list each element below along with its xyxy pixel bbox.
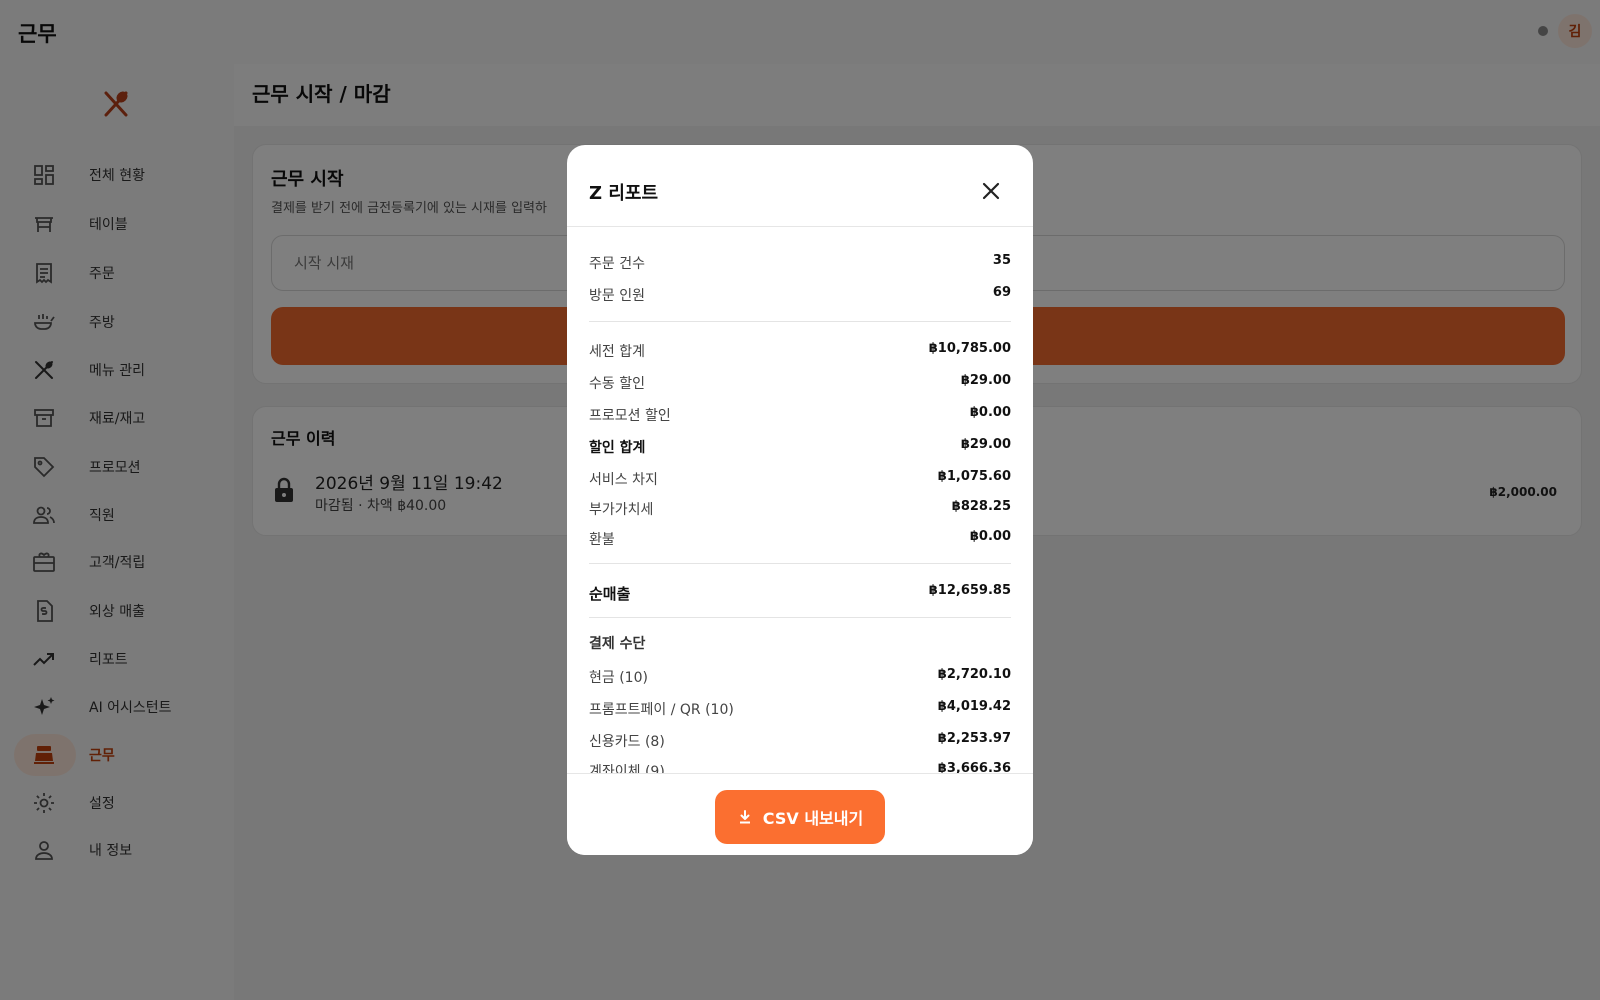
row-value: ฿12,659.85 bbox=[928, 583, 1011, 598]
payment-section-title: 결제 수단 bbox=[589, 636, 646, 652]
row-payment-cash: 현금 (10) ฿2,720.10 bbox=[589, 663, 1011, 691]
row-promo-discount: 프로모션 할인 ฿0.00 bbox=[589, 401, 1011, 429]
row-value: ฿2,720.10 bbox=[937, 667, 1011, 682]
csv-export-button[interactable]: CSV 내보내기 bbox=[715, 790, 885, 844]
row-label: 계좌이체 (9) bbox=[589, 764, 665, 773]
row-service-charge: 서비스 차지 ฿1,075.60 bbox=[589, 465, 1011, 493]
row-label: 부가가치세 bbox=[589, 502, 654, 518]
row-refund: 환불 ฿0.00 bbox=[589, 525, 1011, 553]
row-label: 프롬프트페이 / QR (10) bbox=[589, 702, 734, 718]
row-pretax-total: 세전 합계 ฿10,785.00 bbox=[589, 337, 1011, 365]
row-label: 프로모션 할인 bbox=[589, 408, 671, 424]
row-value: ฿2,253.97 bbox=[937, 731, 1011, 746]
row-label: 신용카드 (8) bbox=[589, 734, 665, 750]
row-value: ฿10,785.00 bbox=[928, 341, 1011, 356]
row-value: 35 bbox=[992, 253, 1011, 268]
divider bbox=[589, 563, 1011, 564]
row-label: 할인 합계 bbox=[589, 440, 646, 456]
row-payment-qr: 프롬프트페이 / QR (10) ฿4,019.42 bbox=[589, 695, 1011, 723]
row-value: ฿828.25 bbox=[951, 499, 1011, 514]
divider bbox=[589, 617, 1011, 618]
close-icon[interactable] bbox=[979, 179, 1003, 203]
z-report-modal: Z 리포트 주문 건수 35 방문 인원 69 세전 합계 ฿10,785.00… bbox=[567, 145, 1033, 855]
download-icon bbox=[739, 810, 750, 824]
row-payment-transfer: 계좌이체 (9) ฿3,666.36 bbox=[589, 757, 1011, 773]
row-order-count: 주문 건수 35 bbox=[589, 249, 1011, 277]
row-value: ฿4,019.42 bbox=[937, 699, 1011, 714]
z-report-body[interactable]: 주문 건수 35 방문 인원 69 세전 합계 ฿10,785.00 수동 할인… bbox=[567, 227, 1033, 773]
row-net-sales: 순매출 ฿12,659.85 bbox=[589, 579, 1011, 607]
row-value: ฿29.00 bbox=[960, 373, 1011, 388]
row-label: 세전 합계 bbox=[589, 344, 645, 360]
row-vat: 부가가치세 ฿828.25 bbox=[589, 495, 1011, 523]
row-value: ฿3,666.36 bbox=[937, 761, 1011, 773]
row-value: 69 bbox=[992, 285, 1011, 300]
row-discount-total: 할인 합계 ฿29.00 bbox=[589, 433, 1011, 461]
modal-header: Z 리포트 bbox=[567, 145, 1033, 227]
row-label: 서비스 차지 bbox=[589, 472, 658, 488]
row-label: 환불 bbox=[589, 532, 615, 548]
divider bbox=[589, 321, 1011, 322]
row-label: 주문 건수 bbox=[589, 256, 645, 272]
row-label: 현금 (10) bbox=[589, 670, 648, 686]
modal-title: Z 리포트 bbox=[589, 183, 658, 204]
row-value: ฿0.00 bbox=[969, 405, 1011, 420]
row-visitors: 방문 인원 69 bbox=[589, 281, 1011, 309]
modal-footer: CSV 내보내기 bbox=[567, 773, 1033, 855]
row-value: ฿29.00 bbox=[960, 437, 1011, 452]
row-manual-discount: 수동 할인 ฿29.00 bbox=[589, 369, 1011, 397]
row-value: ฿1,075.60 bbox=[937, 469, 1011, 484]
row-label: 순매출 bbox=[589, 585, 631, 603]
row-label: 방문 인원 bbox=[589, 288, 645, 304]
row-payment-card: 신용카드 (8) ฿2,253.97 bbox=[589, 727, 1011, 755]
row-value: ฿0.00 bbox=[969, 529, 1011, 544]
row-label: 수동 할인 bbox=[589, 376, 645, 392]
csv-export-label: CSV 내보내기 bbox=[762, 809, 864, 828]
